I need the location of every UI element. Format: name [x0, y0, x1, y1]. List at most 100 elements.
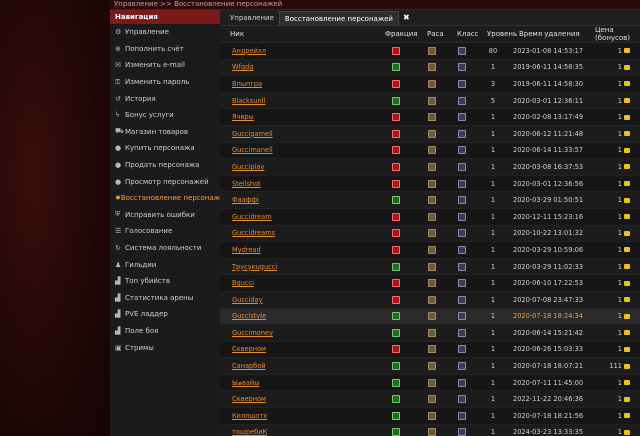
race-cell [417, 241, 447, 259]
table-row[interactable]: Blacksunll 5 2020-03-01 12:36:11 1 [220, 92, 640, 110]
sidebar-item[interactable]: ↺ История [110, 90, 220, 107]
table-row[interactable]: Ы๑вайы 1 2020-07-11 11:45:00 1 [220, 374, 640, 392]
table-row[interactable]: Guccidreams 1 2020-10-22 13:01:32 1 [220, 225, 640, 243]
character-name-link[interactable]: Guccimoney [232, 329, 273, 337]
tab-character-restore[interactable]: Восстановление персонажей [278, 11, 399, 25]
race-icon [428, 428, 436, 436]
table-row[interactable]: Фааффі 1 2020-03-29 01:50:51 1 [220, 191, 640, 209]
race-cell [417, 75, 447, 93]
price-cell: 1 [585, 158, 640, 176]
character-name-link[interactable]: Guccidreams [232, 229, 275, 237]
sidebar-item[interactable]: ⊕ Пополнить счёт [110, 41, 220, 58]
character-name-link[interactable]: Stellshot [232, 180, 261, 188]
character-name-link[interactable]: Guccidream [232, 213, 272, 221]
table-row[interactable]: Wfgdg 1 2019-06-11 14:58:35 1 [220, 59, 640, 77]
sidebar-item[interactable]: ⛨ Исправить ошибки [110, 207, 220, 224]
character-name-link[interactable]: Wfgdg [232, 63, 253, 71]
table-row[interactable]: тошребиК 1 2024-03-23 13:33:35 1 [220, 424, 640, 436]
character-name-cell: Трусукugucci [220, 258, 375, 276]
sidebar-item[interactable]: ● Продать персонажа [110, 157, 220, 174]
price-cell: 1 [585, 92, 640, 110]
character-name-link[interactable]: Ы๑вайы [232, 379, 259, 387]
column-header-race[interactable]: Раса [417, 26, 447, 43]
sidebar-item[interactable]: ⚿ Изменить пароль [110, 74, 220, 91]
character-name-link[interactable]: тошребиК [232, 428, 267, 436]
table-row[interactable]: Guccimanell 1 2020-06-14 11:33:57 1 [220, 142, 640, 160]
table-row[interactable]: Guccimoney 1 2020-06-14 15:21:42 1 [220, 324, 640, 342]
character-name-link[interactable]: Трусукugucci [232, 263, 277, 271]
deleted-time-cell: 2020-02-08 13:17:49 [509, 108, 585, 126]
table-row[interactable]: Guccistyle 1 2020-07-18 18:24:34 1 [220, 308, 640, 326]
table-row[interactable]: Впыпгра 3 2019-06-11 14:58:30 1 [220, 75, 640, 93]
character-name-link[interactable]: Gucciplay [232, 163, 264, 171]
table-row[interactable]: Bgucci 1 2020-06-10 17:22:53 1 [220, 274, 640, 292]
tab-management[interactable]: Управление [225, 11, 279, 25]
sidebar-item[interactable]: ↻ Система лояльности [110, 240, 220, 257]
sidebar-item[interactable]: ● Просмотр персонажей [110, 173, 220, 190]
character-name-cell: Gucciplay [220, 158, 375, 176]
column-header-deleted-time[interactable]: Время удаления [509, 26, 585, 43]
character-name-cell: Bgucci [220, 274, 375, 292]
table-row[interactable]: Трусукugucci 1 2020-03-29 11:02:33 1 [220, 258, 640, 276]
sidebar-item[interactable]: ● Купить персонажа [110, 140, 220, 157]
character-name-link[interactable]: Скверном [232, 345, 266, 353]
sidebar-item[interactable]: ▟ PVE ладдер [110, 306, 220, 323]
sidebar-item[interactable]: ✉ Изменить e-mail [110, 57, 220, 74]
sidebar-item[interactable]: ▟ Статистика арены [110, 290, 220, 307]
character-name-link[interactable]: Киллшотх [232, 412, 267, 420]
close-icon[interactable]: ✖ [399, 11, 414, 25]
character-name-link[interactable]: Впыпгра [232, 80, 262, 88]
character-name-link[interactable]: Ячвры [232, 113, 254, 121]
column-header-class[interactable]: Класс [447, 26, 478, 43]
column-header-price[interactable]: Цена (бонусов) [585, 26, 640, 43]
stream-icon: ▣ [115, 343, 122, 352]
character-name-link[interactable]: Bgucci [232, 279, 254, 287]
table-row[interactable]: Guccidream 1 2020-12-11 15:23:16 1 [220, 208, 640, 226]
table-row[interactable]: Андрейхл 80 2023-01-08 14:53:17 1 [220, 42, 640, 60]
character-name-link[interactable]: Blacksunll [232, 97, 265, 105]
table-row[interactable]: Gucciday 1 2020-07-08 23:47:33 1 [220, 291, 640, 309]
race-cell [417, 42, 447, 60]
sidebar-item[interactable]: ϟ Бонус услуги [110, 107, 220, 124]
table-row[interactable]: Gucciplay 1 2020-03-08 16:37:53 1 [220, 158, 640, 176]
race-icon [428, 328, 436, 337]
table-row[interactable]: Скверном 1 2022-11-22 20:46:36 1 [220, 390, 640, 409]
sidebar-item[interactable]: ♟ Гильдии [110, 256, 220, 273]
character-name-link[interactable]: Guccimanell [232, 146, 273, 154]
price-cell: 1 [585, 208, 640, 226]
table-row[interactable]: Киллшотх 1 2020-07-18 18:21:56 1 [220, 407, 640, 425]
column-header-faction[interactable]: Фракция [375, 26, 418, 43]
character-name-link[interactable]: Андрейхл [232, 47, 266, 55]
sidebar-item-label: Купить персонажа [125, 144, 195, 153]
character-name-link[interactable]: Скверном [232, 395, 266, 403]
price-cell: 1 [585, 108, 640, 126]
table-row[interactable]: Скверном 1 2020-06-26 15:03:33 1 [220, 341, 640, 359]
table-row[interactable]: Санарбой 1 2020-07-18 18:07:21 111 [220, 357, 640, 375]
class-icon [458, 212, 466, 221]
column-header-name[interactable]: Ник [220, 26, 375, 43]
table-row[interactable]: Ячвры 1 2020-02-08 13:17:49 1 [220, 108, 640, 126]
table-row[interactable]: Mydread 1 2020-03-29 10:59:06 1 [220, 241, 640, 259]
sidebar-item[interactable]: ▟ Поле боя [110, 323, 220, 340]
sidebar-item-label: Изменить e-mail [125, 61, 185, 70]
character-name-link[interactable]: Фааффі [232, 196, 259, 204]
sidebar-item[interactable]: ✸ Восстановление персонажей [110, 190, 220, 207]
character-name-link[interactable]: Gucciday [232, 296, 263, 304]
race-icon [428, 179, 436, 188]
column-header-level[interactable]: Уровень [477, 26, 517, 43]
class-icon [458, 196, 466, 205]
price-cell: 1 [585, 42, 640, 60]
table-row[interactable]: Guccigamell 1 2020-06-12 11:21:48 1 [220, 125, 640, 143]
sidebar-item[interactable]: ⚙ Управление [110, 24, 220, 41]
sidebar-item[interactable]: ▣ Стримы [110, 339, 220, 356]
table-row[interactable]: Stellshot 1 2020-03-01 12:36:56 1 [220, 175, 640, 193]
character-name-link[interactable]: Mydread [232, 246, 261, 254]
race-icon [428, 411, 436, 420]
sidebar-item[interactable]: ☰ Голосование [110, 223, 220, 240]
character-name-link[interactable]: Guccigamell [232, 130, 273, 138]
character-name-link[interactable]: Санарбой [232, 362, 266, 370]
character-name-link[interactable]: Guccistyle [232, 312, 266, 320]
sidebar-item[interactable]: ▟ Топ убийств [110, 273, 220, 290]
sidebar-item[interactable]: ⛟ Магазин товаров [110, 124, 220, 141]
loyalty-icon: ↻ [115, 244, 121, 253]
